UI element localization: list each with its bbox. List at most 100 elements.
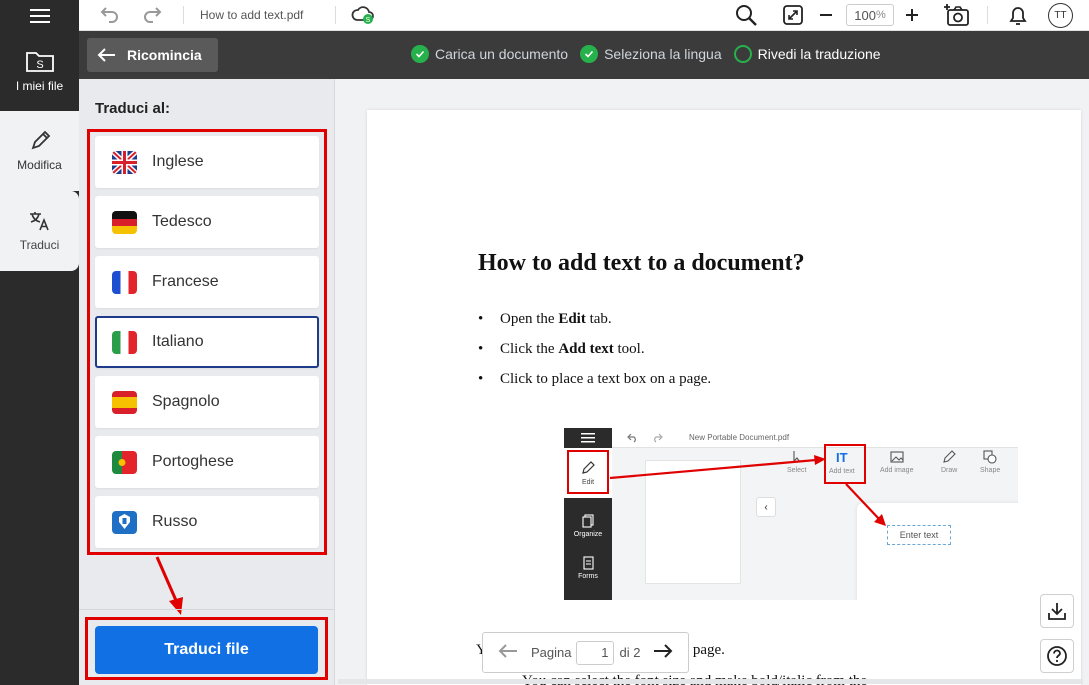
zoom-input[interactable]: 100%	[846, 4, 894, 26]
check-circle-icon	[580, 45, 599, 63]
minus-icon	[820, 14, 832, 16]
document-bullet: Open the Edit tab.	[478, 311, 612, 328]
language-option-russian[interactable]: Russo	[95, 496, 319, 548]
embedded-screenshot: New Portable Document.pdf Edit Organize …	[564, 428, 1018, 600]
rail-label-my-files: I miei file	[15, 79, 64, 93]
toolbar-separator	[987, 6, 988, 24]
step-label: Rivedi la traduzione	[757, 46, 881, 62]
france-flag-icon	[112, 270, 137, 294]
horizontal-scrollbar[interactable]	[338, 679, 1083, 684]
cloud-sync-icon: S	[351, 6, 374, 24]
redo-icon	[144, 7, 162, 23]
top-toolbar: How to add text.pdf S 100% TT	[79, 0, 1089, 31]
download-tray-icon	[1048, 603, 1066, 620]
undo-button[interactable]	[97, 4, 121, 26]
language-option-portuguese[interactable]: Portoghese	[95, 436, 319, 488]
language-option-german[interactable]: Tedesco	[95, 196, 319, 248]
menu-button[interactable]	[0, 0, 79, 31]
hamburger-icon	[29, 8, 50, 23]
language-label: Italiano	[152, 333, 204, 350]
document-viewer: How to add text to a document? Open the …	[335, 79, 1089, 685]
language-option-spanish[interactable]: Spagnolo	[95, 376, 319, 428]
italy-flag-icon	[112, 330, 137, 354]
language-label: Francese	[152, 273, 219, 290]
panel-title: Traduci al:	[95, 100, 171, 117]
zoom-unit: %	[875, 9, 886, 21]
step-label: Carica un documento	[435, 46, 569, 62]
bell-icon	[1009, 7, 1027, 25]
download-button[interactable]	[1040, 594, 1074, 628]
expand-icon	[783, 5, 803, 25]
panel-divider	[79, 609, 335, 610]
rail-item-my-files[interactable]: S I miei file	[0, 31, 79, 111]
zoom-in-button[interactable]	[903, 5, 921, 25]
arrow-right-icon	[654, 644, 673, 658]
language-option-italian[interactable]: Italiano	[95, 316, 319, 368]
document-page: How to add text to a document? Open the …	[367, 110, 1081, 685]
svg-text:S: S	[366, 17, 371, 24]
zoom-value: 100	[854, 7, 876, 23]
document-heading: How to add text to a document?	[478, 250, 805, 276]
embedded-arrows	[609, 455, 886, 526]
snapshot-button[interactable]	[943, 3, 971, 27]
language-highlight-box: Inglese Tedesco Francese Italiano Spagno…	[87, 129, 327, 555]
arrow-left-icon	[498, 644, 517, 658]
redo-button[interactable]	[141, 4, 165, 26]
cloud-save-button[interactable]: S	[350, 3, 376, 27]
check-circle-icon	[411, 45, 429, 63]
rail-filler	[0, 271, 79, 685]
folder-icon: S	[25, 52, 54, 72]
step-bar: Ricomincia Carica un documento Seleziona…	[79, 31, 1089, 79]
toolbar-separator	[183, 6, 184, 24]
page-total: di 2	[619, 645, 641, 660]
notifications-button[interactable]	[1006, 3, 1030, 27]
translate-icon	[29, 212, 49, 231]
rail-label-translate: Traduci	[19, 238, 60, 252]
camera-plus-icon	[944, 4, 969, 26]
rail-item-translate[interactable]: Traduci	[0, 191, 79, 271]
language-label: Spagnolo	[152, 393, 220, 410]
page-label: Pagina	[531, 645, 572, 660]
germany-flag-icon	[112, 210, 137, 234]
next-page-button[interactable]	[652, 643, 674, 662]
zoom-out-button[interactable]	[817, 5, 835, 25]
rail-label-edit: Modifica	[17, 158, 62, 172]
document-filename: How to add text.pdf	[200, 8, 304, 22]
circle-icon	[733, 45, 752, 63]
svg-text:S: S	[36, 59, 43, 71]
language-option-english[interactable]: Inglese	[95, 136, 319, 188]
page-number-input[interactable]: 1	[576, 640, 615, 665]
pencil-icon	[31, 130, 50, 150]
left-rail: S I miei file Modifica Traduci	[0, 0, 79, 685]
restart-button[interactable]: Ricomincia	[87, 38, 218, 72]
step-review: Rivedi la traduzione	[733, 45, 881, 63]
restart-label: Ricomincia	[127, 47, 202, 63]
arrow-left-icon	[97, 48, 115, 62]
portugal-flag-icon	[112, 450, 137, 474]
help-button[interactable]	[1040, 639, 1074, 673]
step-label: Seleziona la lingua	[604, 46, 722, 62]
button-highlight-box: Traduci file	[85, 617, 328, 680]
language-label: Tedesco	[152, 213, 212, 230]
progress-steps: Carica un documento Seleziona la lingua …	[411, 45, 885, 63]
spain-flag-icon	[112, 390, 137, 414]
document-bullet: Click the Add text tool.	[478, 341, 645, 358]
annotation-arrow	[155, 556, 183, 615]
language-label: Inglese	[152, 153, 204, 170]
user-avatar[interactable]: TT	[1048, 3, 1073, 28]
rail-item-edit[interactable]: Modifica	[0, 111, 79, 191]
step-upload: Carica un documento	[411, 45, 568, 63]
translate-file-button[interactable]: Traduci file	[95, 626, 318, 674]
fit-page-button[interactable]	[782, 4, 804, 26]
undo-icon	[100, 7, 118, 23]
search-button[interactable]	[735, 4, 759, 26]
language-label: Portoghese	[152, 453, 234, 470]
help-icon	[1047, 646, 1067, 666]
uk-flag-icon	[112, 150, 137, 174]
russia-flag-icon	[112, 510, 137, 534]
language-option-french[interactable]: Francese	[95, 256, 319, 308]
search-icon	[736, 5, 757, 26]
document-bullet: Click to place a text box on a page.	[478, 371, 711, 388]
previous-page-button[interactable]	[497, 643, 519, 662]
page-navigator: Pagina 1 di 2	[482, 632, 689, 673]
